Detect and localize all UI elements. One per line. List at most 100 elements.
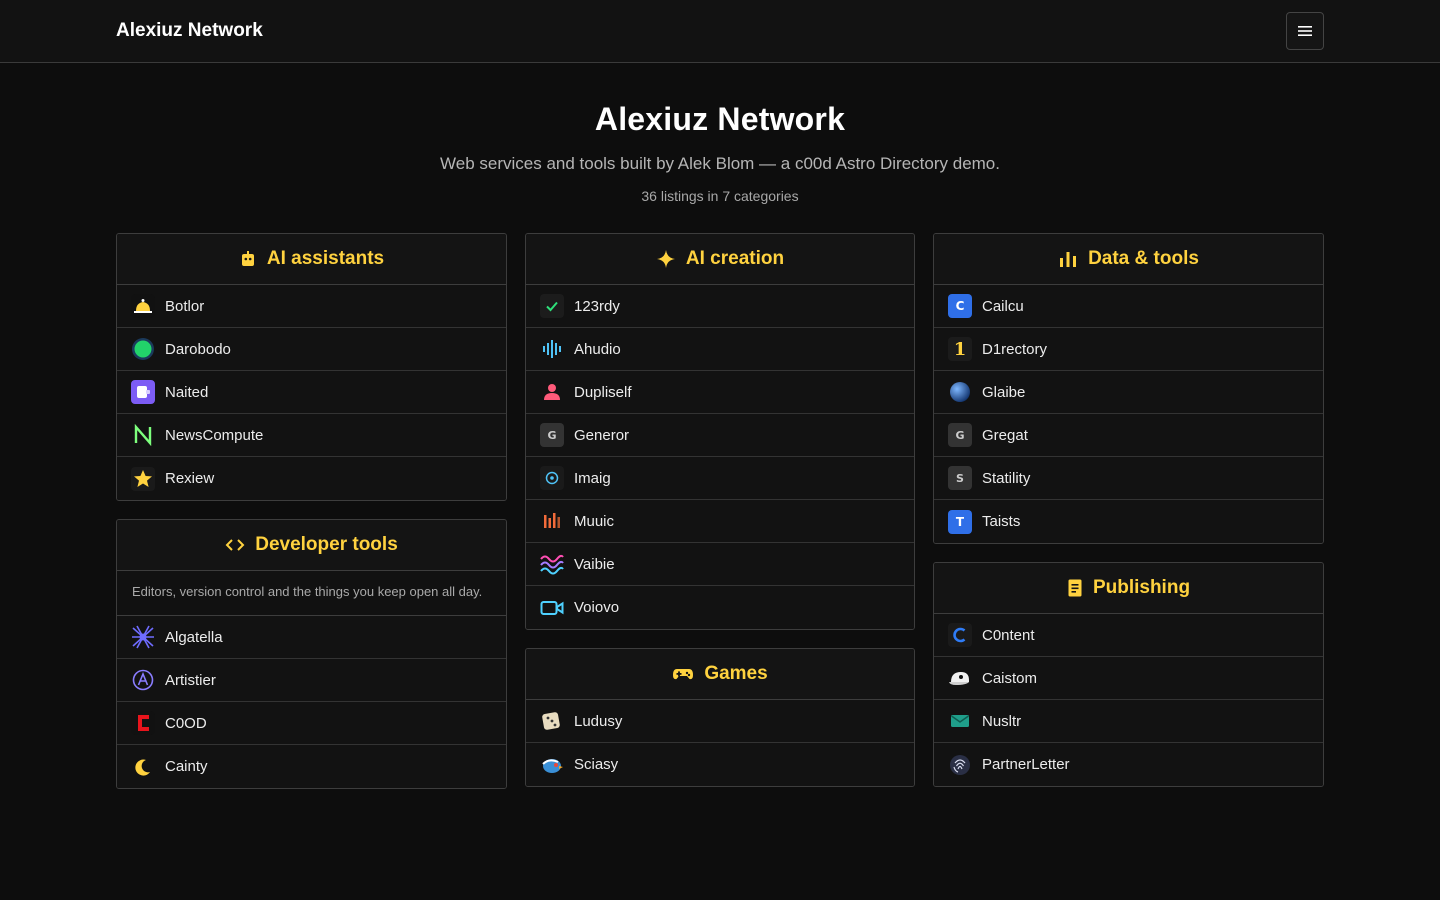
listing-item-d1rectory[interactable]: 1 D1rectory [934, 328, 1323, 371]
waves-icon [540, 552, 564, 576]
listing-label: Cailcu [982, 297, 1024, 315]
category-card-developer-tools: Developer tools Editors, version control… [116, 519, 507, 789]
listing-item-123rdy[interactable]: 123rdy [526, 285, 914, 328]
listing-label: Imaig [574, 469, 611, 487]
listing-item-c0od[interactable]: C0OD [117, 702, 506, 745]
listing-item-ahudio[interactable]: Ahudio [526, 328, 914, 371]
listing-label: Generor [574, 426, 630, 444]
category-card-games: Games Ludusy Sciasy [525, 648, 915, 787]
page-title: Alexiuz Network [594, 101, 846, 137]
cap-icon [948, 666, 972, 690]
listing-item-cainty[interactable]: Cainty [117, 745, 506, 788]
listing-item-botlor[interactable]: Botlor [117, 285, 506, 328]
category-title: AI creation [685, 248, 785, 269]
listing-label: Vaibie [574, 555, 615, 573]
listing-label: Cainty [165, 758, 208, 775]
numeral-one-icon: 1 [948, 337, 972, 361]
brand-link[interactable]: Alexiuz Network [116, 20, 263, 42]
category-header[interactable]: Developer tools [117, 520, 506, 571]
listing-item-sciasy[interactable]: Sciasy [526, 743, 914, 786]
listing-item-partnerletter[interactable]: PartnerLetter [934, 743, 1323, 786]
listing-item-statility[interactable]: S Statility [934, 457, 1323, 500]
category-header[interactable]: Data & tools [934, 234, 1323, 285]
listing-label: Botlor [165, 297, 205, 315]
listing-item-gregat[interactable]: G Gregat [934, 414, 1323, 457]
listing-label: Naited [165, 383, 209, 401]
listing-label: Statility [982, 469, 1031, 487]
letter-t-icon: T [948, 509, 972, 534]
letter-a-circle-icon [131, 668, 155, 692]
listing-item-artistier[interactable]: Artistier [117, 659, 506, 702]
c-logo-icon [948, 623, 972, 647]
listing-label: Gregat [982, 426, 1028, 444]
person-icon [540, 380, 564, 404]
listing-label: Rexiew [165, 470, 215, 487]
listing-label: NewsCompute [165, 426, 264, 444]
bell-icon [131, 294, 155, 318]
listing-item-c0ntent[interactable]: C0ntent [934, 614, 1323, 657]
listing-label: Nusltr [982, 712, 1022, 730]
category-header[interactable]: Publishing [934, 563, 1323, 614]
moon-icon [131, 755, 155, 779]
listing-item-vaibie[interactable]: Vaibie [526, 543, 914, 586]
purple-app-icon [131, 380, 155, 404]
category-header[interactable]: AI assistants [117, 234, 506, 285]
category-title: Games [704, 663, 768, 684]
listing-label: Algatella [165, 628, 223, 646]
listing-label: D1rectory [982, 340, 1048, 358]
hamburger-menu-icon [1298, 26, 1312, 36]
bar-chart-icon [1060, 252, 1077, 267]
listing-item-naited[interactable]: Naited [117, 371, 506, 414]
category-header[interactable]: AI creation [526, 234, 914, 285]
listing-item-darobodo[interactable]: Darobodo [117, 328, 506, 371]
menu-toggle-button[interactable] [1286, 12, 1324, 50]
bars-icon [540, 509, 564, 533]
top-navbar: Alexiuz Network [0, 0, 1440, 63]
letter-s-icon: S [948, 466, 972, 490]
category-title: Developer tools [255, 534, 398, 555]
page-subtitle: Web services and tools built by Alek Blo… [440, 154, 1000, 173]
listing-item-voiovo[interactable]: Voiovo [526, 586, 914, 629]
listings-count: 36 listings in 7 categories [641, 188, 799, 204]
listing-item-generor[interactable]: G Generor [526, 414, 914, 457]
category-header[interactable]: Games [526, 649, 914, 700]
category-card-ai-assistants: AI assistants Botlor Darobodo Naited New… [116, 233, 507, 501]
listing-item-newscompute[interactable]: NewsCompute [117, 414, 506, 457]
listing-item-muuic[interactable]: Muuic [526, 500, 914, 543]
listing-item-cailcu[interactable]: C Cailcu [934, 285, 1323, 328]
listing-label: Darobodo [165, 340, 231, 358]
listing-item-algatella[interactable]: Algatella [117, 616, 506, 659]
target-icon [540, 466, 564, 490]
listing-label: Muuic [574, 512, 615, 530]
dice-icon [540, 709, 564, 733]
listing-label: Ahudio [574, 340, 621, 358]
robot-icon [241, 251, 254, 266]
category-title: AI assistants [266, 248, 385, 269]
video-camera-icon [540, 596, 564, 620]
red-c-icon [131, 711, 155, 735]
fingerprint-icon [948, 753, 972, 777]
gamepad-icon [673, 669, 694, 680]
green-circle-icon [131, 337, 155, 361]
listing-item-glaibe[interactable]: Glaibe [934, 371, 1323, 414]
listing-label: Dupliself [574, 383, 632, 401]
category-description: Editors, version control and the things … [117, 571, 506, 616]
category-card-data-tools: Data & tools C Cailcu 1 D1rectory Glaibe… [933, 233, 1324, 544]
globe-icon [948, 380, 972, 404]
envelope-icon [948, 709, 972, 733]
listing-label: Glaibe [982, 383, 1026, 401]
letter-n-icon [131, 423, 155, 447]
listing-item-nusltr[interactable]: Nusltr [934, 700, 1323, 743]
listing-item-ludusy[interactable]: Ludusy [526, 700, 914, 743]
category-card-publishing: Publishing C0ntent Caistom Nusltr Partne… [933, 562, 1324, 787]
listing-item-rexiew[interactable]: Rexiew [117, 457, 506, 500]
waveform-icon [540, 337, 564, 361]
listing-item-imaig[interactable]: Imaig [526, 457, 914, 500]
listing-item-dupliself[interactable]: Dupliself [526, 371, 914, 414]
listing-item-taists[interactable]: T Taists [934, 500, 1323, 543]
listing-label: Caistom [982, 669, 1038, 687]
star-icon [131, 466, 155, 491]
letter-g-icon: G [948, 423, 972, 447]
check-icon [540, 294, 564, 318]
listing-item-caistom[interactable]: Caistom [934, 657, 1323, 700]
